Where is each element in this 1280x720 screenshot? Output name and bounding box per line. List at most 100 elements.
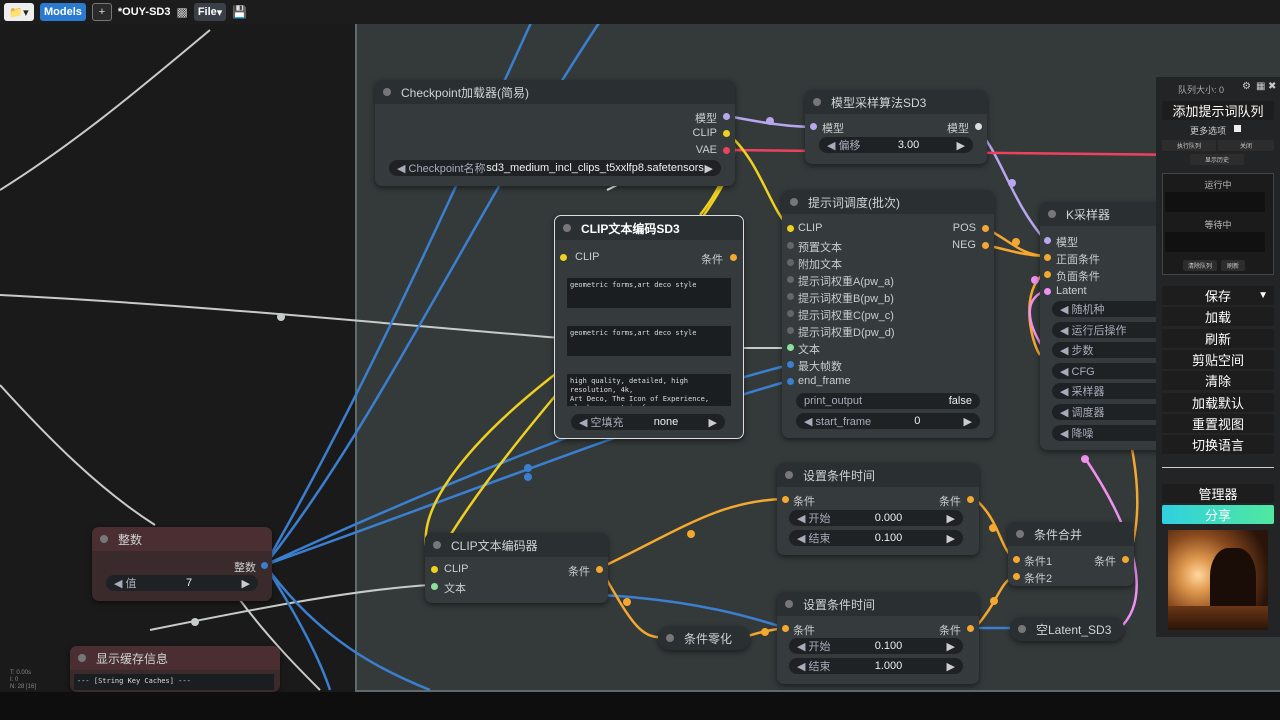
close-small-button[interactable]: 关闭 xyxy=(1218,140,1274,151)
save-icon[interactable]: 💾 xyxy=(232,5,247,19)
load-button[interactable]: 加载 xyxy=(1162,307,1274,326)
input-negative-pin[interactable] xyxy=(1044,271,1051,278)
switch-language-button[interactable]: 切换语言 xyxy=(1162,435,1274,454)
node-collapse-dot[interactable] xyxy=(1048,210,1056,218)
input-cond-pin[interactable] xyxy=(782,625,789,632)
queue-prompt-button[interactable]: 添加提示词队列 xyxy=(1162,101,1274,120)
view-history-button[interactable]: 显示历史 xyxy=(1190,154,1244,165)
input-pre-text-pin[interactable] xyxy=(787,242,794,249)
input-pw-c-pin[interactable] xyxy=(787,310,794,317)
manager-button[interactable]: 管理器 xyxy=(1162,484,1274,503)
node-collapse-dot[interactable] xyxy=(433,541,441,549)
output-cond-pin[interactable] xyxy=(967,625,974,632)
input-clip-pin[interactable] xyxy=(431,566,438,573)
input-model-pin[interactable] xyxy=(810,123,817,130)
node-collapse-dot[interactable] xyxy=(1016,530,1024,538)
view-queue-button[interactable]: 执行队列 xyxy=(1162,140,1216,151)
t5xxl-textarea[interactable]: high quality, detailed, high resolution,… xyxy=(567,374,731,406)
clear-queue-button[interactable]: 清除队列 xyxy=(1183,260,1217,271)
file-menu-button[interactable]: File ▾ xyxy=(193,3,227,21)
arrow-right-icon[interactable]: ▶ xyxy=(947,512,955,525)
node-integer[interactable]: 整数 整数 ◀ 值 7 ▶ xyxy=(92,527,272,601)
end-widget[interactable]: ◀ 结束 1.000 ▶ xyxy=(789,658,963,674)
cfg-widget[interactable]: ◀ CFG xyxy=(1052,363,1172,379)
preview-image[interactable] xyxy=(1168,530,1268,630)
arrow-right-icon[interactable]: ▶ xyxy=(705,162,713,175)
node-collapse-dot[interactable] xyxy=(383,88,391,96)
clipspace-button[interactable]: 剪贴空间 xyxy=(1162,350,1274,369)
output-model-pin[interactable] xyxy=(723,113,730,120)
node-checkpoint-loader[interactable]: Checkpoint加载器(简易) 模型 CLIP VAE ◀ Checkpoi… xyxy=(375,80,735,186)
input-pw-a-pin[interactable] xyxy=(787,276,794,283)
input-model-pin[interactable] xyxy=(1044,237,1051,244)
node-clip-text-encode-sd3[interactable]: CLIP文本编码SD3 CLIP 条件 geometric forms,art … xyxy=(554,215,744,439)
input-cond-pin[interactable] xyxy=(782,496,789,503)
image-icon[interactable]: ▩ xyxy=(176,5,187,19)
node-set-cond-timestep-2[interactable]: 设置条件时间 条件 条件 ◀ 开始 0.100 ▶ ◀ 结束 1.000 ▶ xyxy=(777,592,979,684)
node-collapse-dot[interactable] xyxy=(785,600,793,608)
node-collapse-dot[interactable] xyxy=(563,224,571,232)
input-cond1-pin[interactable] xyxy=(1013,556,1020,563)
clip-g-textarea[interactable]: geometric forms,art deco style xyxy=(567,326,731,356)
start-frame-widget[interactable]: ◀ start_frame 0 ▶ xyxy=(796,413,980,429)
settings-gear-icon[interactable]: ⚙ xyxy=(1242,81,1251,92)
node-empty-latent-sd3[interactable]: 空Latent_SD3 xyxy=(1010,617,1124,641)
shift-widget[interactable]: ◀ 偏移 3.00 ▶ xyxy=(819,137,973,153)
arrow-right-icon[interactable]: ▶ xyxy=(957,139,965,152)
node-collapse-dot[interactable] xyxy=(78,654,86,662)
output-cond-pin[interactable] xyxy=(1122,556,1129,563)
share-button[interactable]: 分享 xyxy=(1162,505,1274,524)
cache-info-textarea[interactable]: --- [String Key Caches] --- xyxy=(74,674,274,690)
input-text-pin[interactable] xyxy=(787,344,794,351)
denoise-widget[interactable]: ◀ 降噪 xyxy=(1052,425,1172,441)
node-cond-zero-out[interactable]: 条件零化 xyxy=(658,626,750,650)
steps-widget[interactable]: ◀ 步数 xyxy=(1052,342,1172,358)
input-cond2-pin[interactable] xyxy=(1013,573,1020,580)
output-vae-pin[interactable] xyxy=(723,147,730,154)
empty-padding-combo[interactable]: ◀ 空填充 none ▶ xyxy=(571,414,725,430)
node-collapse-dot[interactable] xyxy=(666,634,674,642)
output-int-pin[interactable] xyxy=(261,562,268,569)
output-cond-pin[interactable] xyxy=(596,566,603,573)
node-collapse-dot[interactable] xyxy=(790,198,798,206)
arrow-right-icon[interactable]: ▶ xyxy=(947,532,955,545)
node-cond-combine[interactable]: 条件合并 条件1 条件2 条件 xyxy=(1008,522,1134,586)
output-clip-pin[interactable] xyxy=(723,130,730,137)
input-latent-pin[interactable] xyxy=(1044,288,1051,295)
save-button[interactable]: 保存 ▼ xyxy=(1162,286,1274,305)
node-prompt-schedule-batch[interactable]: 提示词调度(批次) CLIP POS NEG 预置文本 附加文本 提示词权重A(… xyxy=(782,190,994,438)
value-widget[interactable]: ◀ 值 7 ▶ xyxy=(106,575,258,591)
input-clip-pin[interactable] xyxy=(560,254,567,261)
node-collapse-dot[interactable] xyxy=(813,98,821,106)
node-collapse-dot[interactable] xyxy=(785,471,793,479)
node-set-cond-timestep-1[interactable]: 设置条件时间 条件 条件 ◀ 开始 0.000 ▶ ◀ 结束 0.100 ▶ xyxy=(777,463,979,555)
node-ksampler[interactable]: K采样器 模型 正面条件 负面条件 Latent ◀ 随机种 ◀ 运行后操作 ◀… xyxy=(1040,202,1172,450)
output-cond-pin[interactable] xyxy=(967,496,974,503)
print-output-toggle[interactable]: print_output false xyxy=(796,393,980,409)
arrow-right-icon[interactable]: ▶ xyxy=(964,415,972,428)
close-icon[interactable]: ✖ xyxy=(1268,81,1276,92)
node-model-sampling-sd3[interactable]: 模型采样算法SD3 模型 模型 ◀ 偏移 3.00 ▶ xyxy=(805,90,987,164)
control-after-generate-widget[interactable]: ◀ 运行后操作 xyxy=(1052,322,1172,338)
checkpoint-name-combo[interactable]: ◀ Checkpoint名称 sd3_medium_incl_clips_t5x… xyxy=(389,160,721,176)
node-clip-text-encoder[interactable]: CLIP文本编码器 CLIP 文本 条件 xyxy=(425,533,608,603)
arrow-right-icon[interactable]: ▶ xyxy=(947,660,955,673)
output-neg-pin[interactable] xyxy=(982,242,989,249)
input-pw-b-pin[interactable] xyxy=(787,293,794,300)
clip-l-textarea[interactable]: geometric forms,art deco style xyxy=(567,278,731,308)
output-model-pin[interactable] xyxy=(975,123,982,130)
folder-menu-button[interactable]: 📁▾ xyxy=(4,3,34,21)
output-cond-pin[interactable] xyxy=(730,254,737,261)
reset-view-button[interactable]: 重置视图 xyxy=(1162,414,1274,433)
input-text-pin[interactable] xyxy=(431,583,438,590)
arrow-right-icon[interactable]: ▶ xyxy=(947,640,955,653)
input-clip-pin[interactable] xyxy=(787,225,794,232)
input-end-frame-pin[interactable] xyxy=(787,378,794,385)
arrow-right-icon[interactable]: ▶ xyxy=(709,416,717,429)
refresh-button[interactable]: 刷新 xyxy=(1162,329,1274,348)
output-pos-pin[interactable] xyxy=(982,225,989,232)
input-app-text-pin[interactable] xyxy=(787,259,794,266)
new-workflow-button[interactable]: + xyxy=(91,3,112,21)
input-max-frames-pin[interactable] xyxy=(787,361,794,368)
node-collapse-dot[interactable] xyxy=(100,535,108,543)
